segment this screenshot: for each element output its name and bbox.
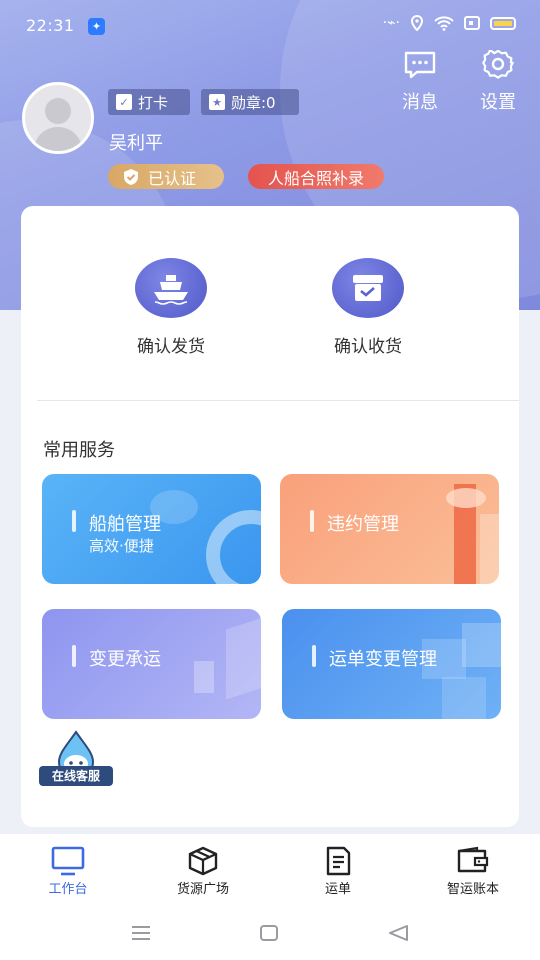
vibrate-icon: ·⌁· [382,15,400,31]
tab-waybill[interactable]: 运单 [288,846,388,897]
back-key-icon[interactable] [387,924,409,942]
username: 吴利平 [109,133,163,154]
change-carrier-card[interactable]: 变更承运 [42,609,261,719]
title-accent-bar [312,645,316,667]
message-icon [404,51,436,79]
breach-management-title: 违约管理 [327,514,399,535]
tab-account[interactable]: 智运账本 [423,846,523,897]
title-accent-bar [310,510,314,532]
location-icon [410,15,424,31]
wifi-icon [434,15,454,31]
system-navigation-bar [0,906,540,960]
bottom-tab-bar: 工作台 货源广场 运单 智运账本 [0,834,540,906]
menu-key-icon[interactable] [130,924,152,942]
tab-account-label: 智运账本 [446,882,499,897]
status-bar: 22:31 ✦ ·⌁· [0,0,540,52]
settings-label: 设置 [480,92,516,113]
title-accent-bar [72,645,76,667]
home-key-icon[interactable] [259,924,279,942]
block-decoration-3 [442,677,486,719]
checkin-button[interactable]: ✓ 打卡 [108,89,190,115]
settings-button[interactable]: 设置 [468,48,528,114]
record-label: 人船合照补录 [267,168,364,188]
tab-cargo-square-label: 货源广场 [176,882,229,897]
sim-icon [464,16,480,30]
block-decoration-2 [462,623,501,667]
messages-button[interactable]: 消息 [390,50,450,114]
user-avatar-icon [33,98,83,151]
small-cube-decoration [194,661,214,693]
gear-icon [482,48,514,79]
ship-management-card[interactable]: 船舶管理 高效·便捷 [42,474,261,584]
divider [37,400,519,401]
verified-badge: 已认证 [108,164,224,189]
customer-service-label: 在线客服 [39,766,113,786]
medal-chip[interactable]: ★ 勋章:0 [201,89,299,115]
confirm-ship-button[interactable]: 确认发货 [101,258,241,357]
cylinder-top-decoration [446,488,486,508]
notification-app-icon: ✦ [88,18,105,35]
status-time: 22:31 [26,16,75,35]
monitor-icon [51,846,85,876]
online-customer-service-button[interactable]: 在线客服 [37,730,115,792]
tab-workbench-label: 工作台 [48,882,88,897]
ship-icon [135,258,207,318]
main-card: 确认发货 确认收货 常用服务 船舶管理 高效·便捷 违约管理 变更承运 运单变更… [21,206,519,827]
box-icon [188,846,218,876]
section-title: 常用服务 [43,440,115,461]
waybill-change-card[interactable]: 运单变更管理 [282,609,501,719]
inbox-check-icon [332,258,404,318]
ring-decoration [206,510,261,584]
waybill-change-title: 运单变更管理 [329,649,437,670]
breach-management-card[interactable]: 违约管理 [280,474,499,584]
tab-workbench[interactable]: 工作台 [18,846,118,897]
avatar[interactable] [22,82,94,154]
medal-label: 勋章:0 [231,93,276,112]
ship-management-subtitle: 高效·便捷 [89,537,154,555]
verified-label: 已认证 [148,168,197,188]
confirm-receive-label: 确认收货 [334,337,402,357]
change-carrier-title: 变更承运 [89,649,161,670]
shield-check-icon [124,168,138,185]
checkin-label: 打卡 [138,93,169,112]
title-accent-bar [72,510,76,532]
messages-label: 消息 [402,92,438,113]
wallet-icon [457,846,489,873]
confirm-ship-label: 确认发货 [137,337,205,357]
document-icon [326,846,351,876]
battery-icon [490,16,516,30]
ship-management-title: 船舶管理 [89,514,161,535]
confirm-receive-button[interactable]: 确认收货 [298,258,438,357]
tab-waybill-label: 运单 [324,882,351,897]
status-icons: ·⌁· [383,15,516,31]
checkin-icon: ✓ [116,94,132,110]
cube-decoration [226,616,261,700]
tab-cargo-square[interactable]: 货源广场 [153,846,253,897]
cylinder-side-decoration [480,514,499,584]
photo-record-button[interactable]: 人船合照补录 [248,164,384,189]
medal-icon: ★ [209,94,225,110]
